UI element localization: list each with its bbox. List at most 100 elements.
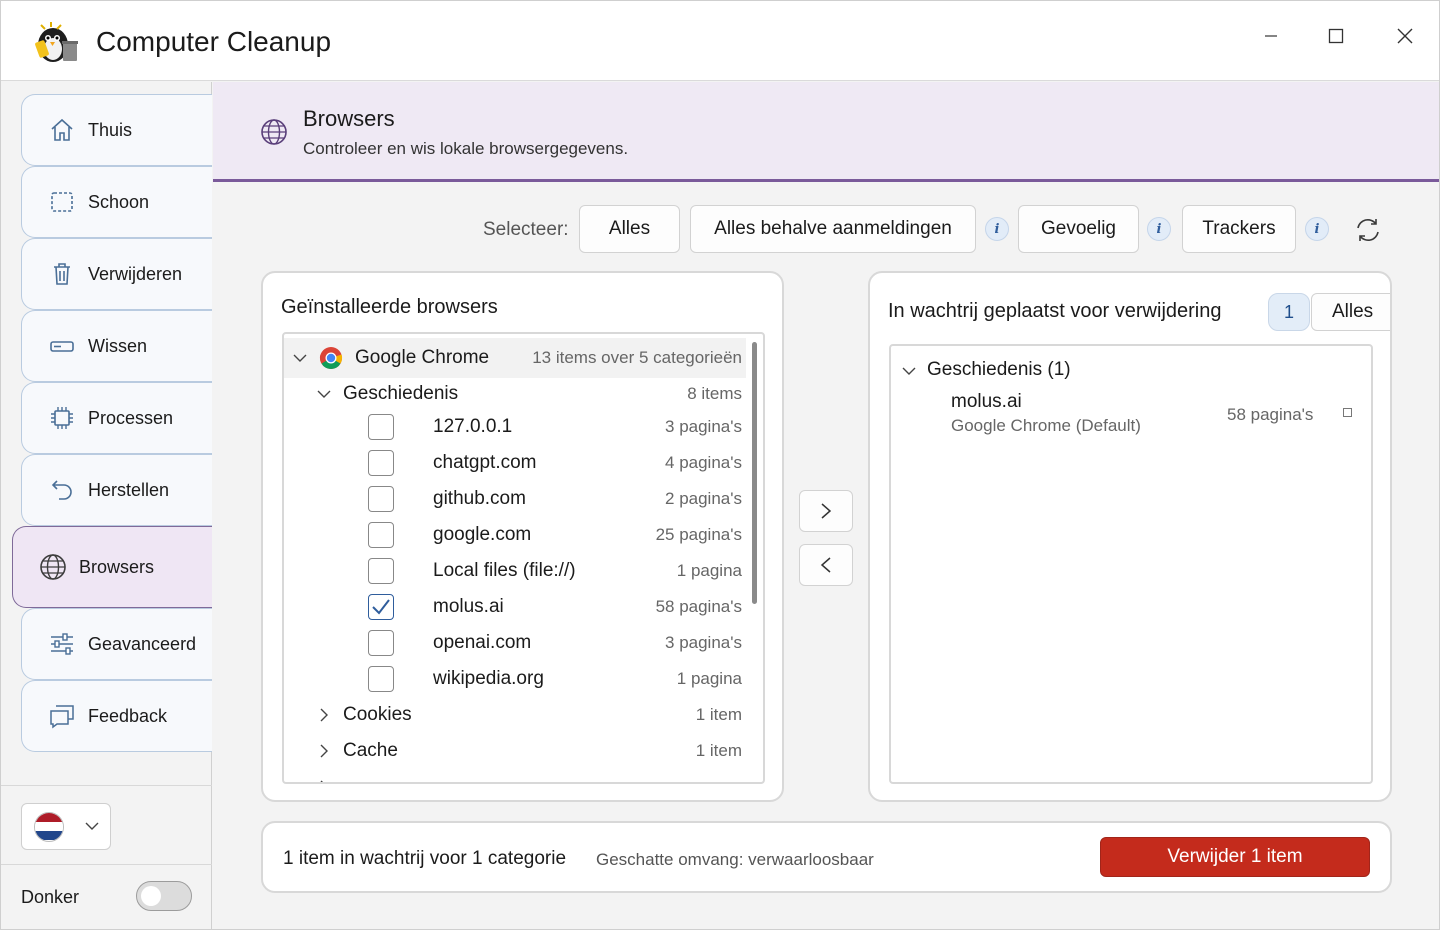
- chevron-right-icon[interactable]: [316, 779, 332, 782]
- list-item[interactable]: molus.ai 58 pagina's: [284, 589, 746, 625]
- home-icon: [48, 116, 76, 144]
- chevron-right-icon[interactable]: [316, 707, 332, 723]
- add-to-queue-button[interactable]: [799, 490, 853, 532]
- title-bar: Computer Cleanup: [1, 1, 1439, 81]
- checkbox[interactable]: [368, 450, 394, 476]
- chevron-down-icon[interactable]: [316, 386, 332, 402]
- chevron-right-icon[interactable]: [316, 743, 332, 759]
- select-all-button[interactable]: Alles: [579, 205, 680, 253]
- select-sensitive-button[interactable]: Gevoelig: [1018, 205, 1139, 253]
- list-item[interactable]: openai.com 3 pagina's: [284, 625, 746, 661]
- list-item[interactable]: Local files (file://) 1 pagina: [284, 553, 746, 589]
- sidebar-item-browsers[interactable]: Browsers: [12, 526, 212, 608]
- category-count: 1 item: [695, 741, 742, 760]
- info-icon[interactable]: i: [1147, 217, 1171, 241]
- language-select[interactable]: [21, 803, 111, 850]
- list-item[interactable]: 127.0.0.1 3 pagina's: [284, 409, 746, 445]
- cpu-icon: [48, 404, 76, 432]
- chevron-down-icon[interactable]: [901, 363, 917, 379]
- chevron-right-icon: [821, 503, 832, 519]
- toggle-knob: [141, 886, 161, 906]
- site-label: chatgpt.com: [433, 452, 537, 473]
- sidebar-item-label: Schoon: [88, 191, 150, 212]
- chrome-icon: [319, 346, 343, 376]
- checkbox[interactable]: [368, 414, 394, 440]
- checkmark-icon: [372, 599, 390, 615]
- checkbox[interactable]: [368, 486, 394, 512]
- site-count: 3 pagina's: [665, 633, 742, 652]
- sliders-icon: [48, 630, 76, 658]
- erase-icon: [48, 332, 76, 360]
- queue-item-source: Google Chrome (Default): [951, 416, 1141, 435]
- sidebar-item-feedback[interactable]: Feedback: [21, 680, 212, 752]
- queue-select-all-button[interactable]: Alles: [1311, 293, 1390, 331]
- sidebar-item-wissen[interactable]: Wissen: [21, 310, 212, 382]
- refresh-icon[interactable]: [1351, 213, 1385, 247]
- select-label: Selecteer:: [483, 219, 569, 240]
- chevron-down-icon: [84, 818, 100, 836]
- tree-row-google-chrome[interactable]: Google Chrome 13 items over 5 categorieë…: [284, 338, 746, 378]
- dark-mode-toggle[interactable]: [136, 881, 192, 911]
- info-icon[interactable]: i: [1305, 217, 1329, 241]
- site-label: google.com: [433, 524, 532, 545]
- page-title: Browsers: [303, 106, 395, 131]
- sidebar-item-label: Herstellen: [88, 479, 170, 500]
- sidebar-divider: [1, 864, 212, 865]
- select-all-except-logins-button[interactable]: Alles behalve aanmeldingen: [690, 205, 976, 253]
- scrollbar[interactable]: [752, 342, 757, 604]
- select-trackers-button[interactable]: Trackers: [1182, 205, 1296, 253]
- list-item[interactable]: wikipedia.org 1 pagina: [284, 661, 746, 697]
- chevron-left-icon: [820, 557, 831, 573]
- remove-from-queue-button[interactable]: [799, 544, 853, 586]
- sidebar-item-herstellen[interactable]: Herstellen: [21, 454, 212, 526]
- queue-item-remove-button[interactable]: [1343, 408, 1352, 417]
- sidebar-item-label: Browsers: [79, 556, 155, 577]
- site-count: 1 pagina: [676, 561, 742, 580]
- close-button[interactable]: [1385, 21, 1425, 51]
- maximize-button[interactable]: [1316, 21, 1356, 51]
- browser-count: 13 items over 5 categorieën: [532, 348, 742, 367]
- clean-icon: [48, 188, 76, 216]
- app-title: Computer Cleanup: [96, 26, 332, 57]
- queue-summary: 1 item in wachtrij voor 1 categorie: [283, 848, 567, 869]
- site-label: molus.ai: [433, 596, 504, 617]
- page-header: Browsers Controleer en wis lokale browse…: [213, 82, 1439, 182]
- minimize-button[interactable]: [1251, 21, 1291, 51]
- category-label: Cache: [343, 740, 398, 761]
- sidebar-item-label: Verwijderen: [88, 263, 183, 284]
- checkbox[interactable]: [368, 666, 394, 692]
- site-label: openai.com: [433, 632, 532, 653]
- sidebar-divider: [1, 785, 212, 786]
- checkbox[interactable]: [368, 558, 394, 584]
- panel-title: Geïnstalleerde browsers: [281, 296, 498, 318]
- site-count: 25 pagina's: [655, 525, 742, 544]
- globe-icon: [260, 118, 288, 146]
- list-item[interactable]: chatgpt.com 4 pagina's: [284, 445, 746, 481]
- panel-title: In wachtrij geplaatst voor verwijdering: [888, 300, 1222, 322]
- sidebar-item-processen[interactable]: Processen: [21, 382, 212, 454]
- delete-button[interactable]: Verwijder 1 item: [1100, 837, 1370, 877]
- sidebar-item-geavanceerd[interactable]: Geavanceerd: [21, 608, 212, 680]
- sidebar-item-label: Feedback: [88, 705, 168, 726]
- tree-row-cache[interactable]: Cache 1 item: [284, 733, 746, 769]
- checkbox-checked[interactable]: [368, 594, 394, 620]
- flag-nl-icon: [34, 811, 64, 842]
- tree-row-cookies[interactable]: Cookies 1 item: [284, 697, 746, 733]
- list-item[interactable]: google.com 25 pagina's: [284, 517, 746, 553]
- sidebar-item-verwijderen[interactable]: Verwijderen: [21, 238, 212, 310]
- app-window: Computer Cleanup Thuis Schoon Verwijdere…: [0, 0, 1440, 930]
- sidebar-item-thuis[interactable]: Thuis: [21, 94, 212, 166]
- checkbox[interactable]: [368, 522, 394, 548]
- info-icon[interactable]: i: [985, 217, 1009, 241]
- sidebar-item-schoon[interactable]: Schoon: [21, 166, 212, 238]
- tree-row-geschiedenis[interactable]: Geschiedenis 8 items: [284, 376, 746, 412]
- checkbox[interactable]: [368, 630, 394, 656]
- site-count: 2 pagina's: [665, 489, 742, 508]
- category-label: Geschiedenis: [343, 383, 459, 404]
- site-label: Local files (file://): [433, 560, 576, 581]
- chevron-down-icon[interactable]: [292, 350, 308, 366]
- site-count: 4 pagina's: [665, 453, 742, 472]
- list-item[interactable]: github.com 2 pagina's: [284, 481, 746, 517]
- site-count: 58 pagina's: [655, 597, 742, 616]
- sidebar-item-label: Wissen: [88, 335, 148, 356]
